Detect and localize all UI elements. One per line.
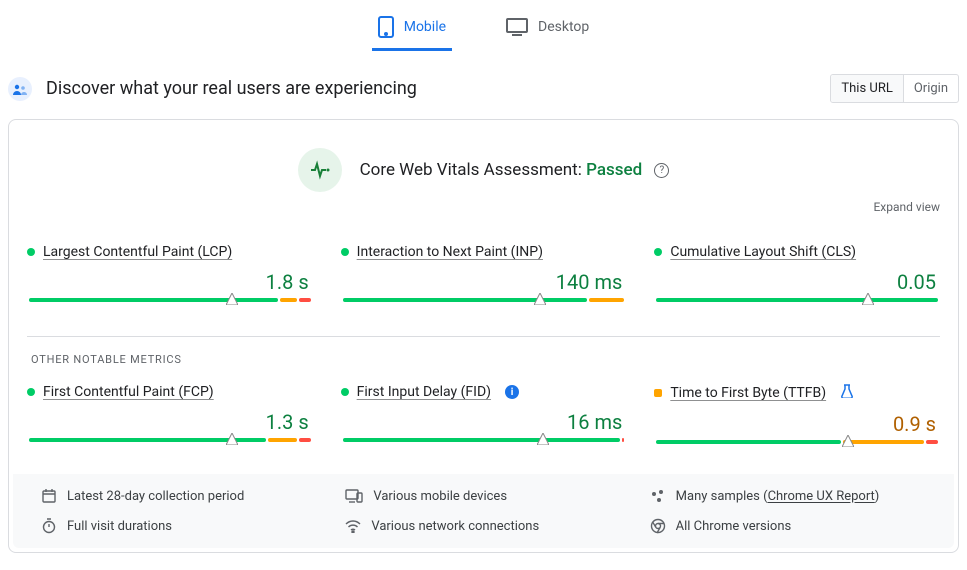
info-icon[interactable]: i: [505, 385, 519, 399]
chrome-icon: [650, 518, 666, 534]
metric-bar-lcp: [29, 298, 311, 302]
metric-name-cls[interactable]: Cumulative Layout Shift (CLS): [670, 244, 856, 260]
header: Discover what your real users are experi…: [0, 50, 967, 119]
metric-value-ttfb: 0.9 s: [654, 402, 940, 440]
foot-devices: Various mobile devices: [345, 488, 621, 504]
foot-period: Latest 28-day collection period: [41, 488, 317, 504]
help-icon[interactable]: ?: [654, 163, 669, 178]
assessment-title: Core Web Vitals Assessment: Passed ?: [360, 160, 670, 180]
metric-name-fcp[interactable]: First Contentful Paint (FCP): [43, 384, 214, 400]
metric-bar-inp: [343, 298, 625, 302]
mobile-icon: [378, 16, 394, 38]
status-dot: [341, 248, 349, 256]
page-title: Discover what your real users are experi…: [46, 78, 417, 99]
wifi-icon: [345, 519, 361, 533]
metadata-footer: Latest 28-day collection period Various …: [13, 474, 954, 548]
tab-mobile-label: Mobile: [404, 19, 446, 35]
device-tabs: Mobile Desktop: [0, 0, 967, 50]
metric-value-fid: 16 ms: [341, 400, 627, 438]
metric-name-fid[interactable]: First Input Delay (FID): [357, 384, 491, 400]
devices-icon: [345, 489, 363, 503]
metric-lcp: Largest Contentful Paint (LCP) 1.8 s: [27, 230, 313, 308]
metric-fid: First Input Delay (FID) i 16 ms: [341, 370, 627, 450]
status-dot: [341, 388, 349, 396]
status-dot: [654, 389, 662, 397]
heartbeat-icon: [298, 148, 342, 192]
tab-desktop-label: Desktop: [538, 19, 589, 35]
metric-ttfb: Time to First Byte (TTFB) 0.9 s: [654, 370, 940, 450]
foot-network: Various network connections: [345, 518, 621, 534]
expand-view[interactable]: Expand view: [9, 200, 958, 230]
metric-name-ttfb[interactable]: Time to First Byte (TTFB): [670, 385, 826, 401]
metric-value-fcp: 1.3 s: [27, 400, 313, 438]
scope-segmented: This URL Origin: [830, 74, 959, 103]
metric-name-inp[interactable]: Interaction to Next Paint (INP): [357, 244, 543, 260]
metric-value-lcp: 1.8 s: [27, 260, 313, 298]
metric-bar-fid: [343, 438, 625, 442]
desktop-icon: [506, 18, 528, 36]
tab-desktop[interactable]: Desktop: [500, 8, 595, 51]
metric-value-cls: 0.05: [654, 260, 940, 298]
status-dot: [27, 248, 35, 256]
core-metrics: Largest Contentful Paint (LCP) 1.8 s Int…: [9, 230, 958, 308]
other-metrics-label: OTHER NOTABLE METRICS: [27, 337, 940, 370]
foot-samples: Many samples (Chrome UX Report): [650, 488, 926, 504]
vitals-panel: Core Web Vitals Assessment: Passed ? Exp…: [8, 119, 959, 553]
samples-icon: [650, 488, 666, 504]
seg-origin[interactable]: Origin: [903, 75, 958, 102]
foot-versions: All Chrome versions: [650, 518, 926, 534]
metric-fcp: First Contentful Paint (FCP) 1.3 s: [27, 370, 313, 450]
assessment-row: Core Web Vitals Assessment: Passed ?: [9, 120, 958, 200]
stopwatch-icon: [41, 518, 57, 534]
users-icon: [8, 77, 32, 101]
other-metrics: First Contentful Paint (FCP) 1.3 s First…: [9, 370, 958, 450]
metric-bar-ttfb: [656, 440, 938, 444]
metric-name-lcp[interactable]: Largest Contentful Paint (LCP): [43, 244, 232, 260]
foot-durations: Full visit durations: [41, 518, 317, 534]
metric-value-inp: 140 ms: [341, 260, 627, 298]
status-dot: [654, 248, 662, 256]
assessment-status: Passed: [586, 160, 642, 180]
status-dot: [27, 388, 35, 396]
seg-this-url[interactable]: This URL: [831, 75, 902, 102]
metric-bar-cls: [656, 298, 938, 302]
calendar-icon: [41, 488, 57, 504]
crux-link[interactable]: Chrome UX Report: [768, 489, 875, 504]
metric-bar-fcp: [29, 438, 311, 442]
flask-icon[interactable]: [840, 384, 854, 402]
metric-cls: Cumulative Layout Shift (CLS) 0.05: [654, 230, 940, 308]
metric-inp: Interaction to Next Paint (INP) 140 ms: [341, 230, 627, 308]
tab-mobile[interactable]: Mobile: [372, 8, 452, 51]
